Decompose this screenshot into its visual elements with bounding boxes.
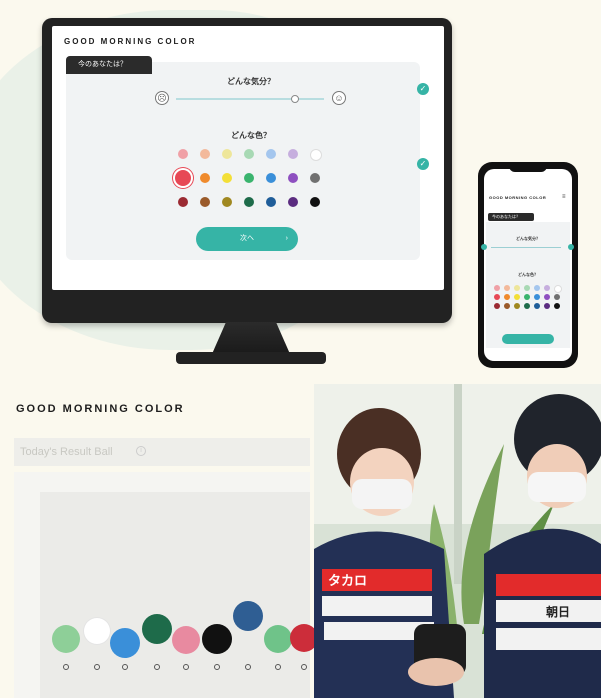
phone-color-swatch[interactable] <box>524 303 530 309</box>
phone-color-swatch[interactable] <box>554 303 560 309</box>
color-swatch[interactable] <box>244 197 254 207</box>
phone-color-swatch[interactable] <box>524 285 530 291</box>
check-icon: ✓ <box>417 158 429 170</box>
color-swatch[interactable] <box>288 197 298 207</box>
info-icon[interactable]: i <box>136 446 146 456</box>
mood-question: どんな気分？ <box>227 77 275 86</box>
result-ball-area <box>40 492 310 698</box>
phone-color-swatch[interactable] <box>544 285 550 291</box>
sad-face-icon: ☹ <box>155 91 169 105</box>
result-ball[interactable] <box>84 618 110 644</box>
result-ball[interactable] <box>202 624 232 654</box>
phone-color-swatch[interactable] <box>554 285 562 293</box>
timeline-marker <box>301 664 307 670</box>
menu-icon[interactable]: ≡ <box>562 194 566 200</box>
color-swatch[interactable] <box>222 173 232 183</box>
phone-color-swatch[interactable] <box>494 285 500 291</box>
mood-tab[interactable]: 今のあなたは？ <box>66 56 152 74</box>
color-swatch[interactable] <box>310 197 320 207</box>
color-swatch[interactable] <box>288 149 298 159</box>
color-swatch[interactable] <box>200 149 210 159</box>
color-question: どんな色？ <box>231 131 271 140</box>
phone-color-swatch[interactable] <box>554 294 560 300</box>
timeline-marker <box>245 664 251 670</box>
jersey-text-left: タカロ <box>328 573 367 588</box>
color-swatch[interactable] <box>266 173 276 183</box>
result-ball[interactable] <box>264 625 292 653</box>
tab-label: 今のあなたは？ <box>78 61 127 68</box>
color-swatch[interactable] <box>244 149 254 159</box>
dashboard-title: Today's Result Ball <box>20 446 113 458</box>
color-swatch[interactable] <box>222 197 232 207</box>
timeline-marker <box>94 664 100 670</box>
next-button[interactable]: 次へ › <box>196 227 298 251</box>
color-swatch[interactable] <box>288 173 298 183</box>
phone-color-swatch[interactable] <box>534 303 540 309</box>
timeline-marker <box>214 664 220 670</box>
chevron-right-icon: › <box>285 235 288 242</box>
mood-slider-track[interactable] <box>176 98 324 100</box>
phone-color-swatch[interactable] <box>514 294 520 300</box>
color-swatch[interactable] <box>310 173 320 183</box>
color-swatch[interactable] <box>310 149 322 161</box>
phone-color-swatch[interactable] <box>504 294 510 300</box>
phone-check-icon <box>568 244 574 250</box>
phone-slider[interactable] <box>491 247 561 248</box>
color-swatch[interactable] <box>244 173 254 183</box>
color-swatch[interactable] <box>266 149 276 159</box>
happy-face-icon: ☺ <box>332 91 346 105</box>
phone-notch <box>509 164 547 172</box>
phone-color-swatch[interactable] <box>514 285 520 291</box>
result-ball[interactable] <box>142 614 172 644</box>
result-ball[interactable] <box>52 625 80 653</box>
phone-brand-logo: GOOD MORNING COLOR <box>489 195 547 200</box>
mood-slider-handle[interactable] <box>291 95 299 103</box>
color-swatch[interactable] <box>175 170 191 186</box>
timeline-marker <box>63 664 69 670</box>
result-ball[interactable] <box>172 626 200 654</box>
timeline-marker <box>183 664 189 670</box>
phone-color-question: どんな色？ <box>518 272 538 277</box>
phone-mood-question: どんな気分？ <box>516 236 540 241</box>
timeline-marker <box>275 664 281 670</box>
color-swatch[interactable] <box>200 173 210 183</box>
phone-color-swatch[interactable] <box>494 303 500 309</box>
timeline-marker <box>122 664 128 670</box>
phone-color-swatch[interactable] <box>544 303 550 309</box>
photo-illustration: タカロ 朝日 <box>314 384 601 698</box>
timeline-marker <box>154 664 160 670</box>
dashboard-brand-logo: GOOD MORNING COLOR <box>16 403 185 415</box>
phone-next-button[interactable] <box>502 334 554 344</box>
monitor-base <box>176 352 326 364</box>
phone-tab[interactable]: 今のあなたは？ <box>488 213 534 221</box>
desktop-brand-logo: GOOD MORNING COLOR <box>64 37 197 46</box>
color-swatch[interactable] <box>200 197 210 207</box>
phone-color-swatch[interactable] <box>544 294 550 300</box>
jersey-text-right: 朝日 <box>546 604 570 619</box>
color-swatch[interactable] <box>222 149 232 159</box>
phone-check-icon <box>481 244 487 250</box>
phone-color-swatch[interactable] <box>534 285 540 291</box>
next-button-label: 次へ <box>240 235 254 242</box>
result-ball[interactable] <box>233 601 263 631</box>
color-swatch[interactable] <box>178 197 188 207</box>
phone-color-swatch[interactable] <box>504 303 510 309</box>
color-swatch[interactable] <box>266 197 276 207</box>
check-icon: ✓ <box>417 83 429 95</box>
color-swatch[interactable] <box>178 149 188 159</box>
phone-color-swatch[interactable] <box>514 303 520 309</box>
phone-color-swatch[interactable] <box>534 294 540 300</box>
phone-color-swatch[interactable] <box>504 285 510 291</box>
phone-color-swatch[interactable] <box>524 294 530 300</box>
photo-two-people-with-phone: タカロ 朝日 <box>314 384 601 698</box>
result-ball[interactable] <box>110 628 140 658</box>
phone-color-swatch[interactable] <box>494 294 500 300</box>
